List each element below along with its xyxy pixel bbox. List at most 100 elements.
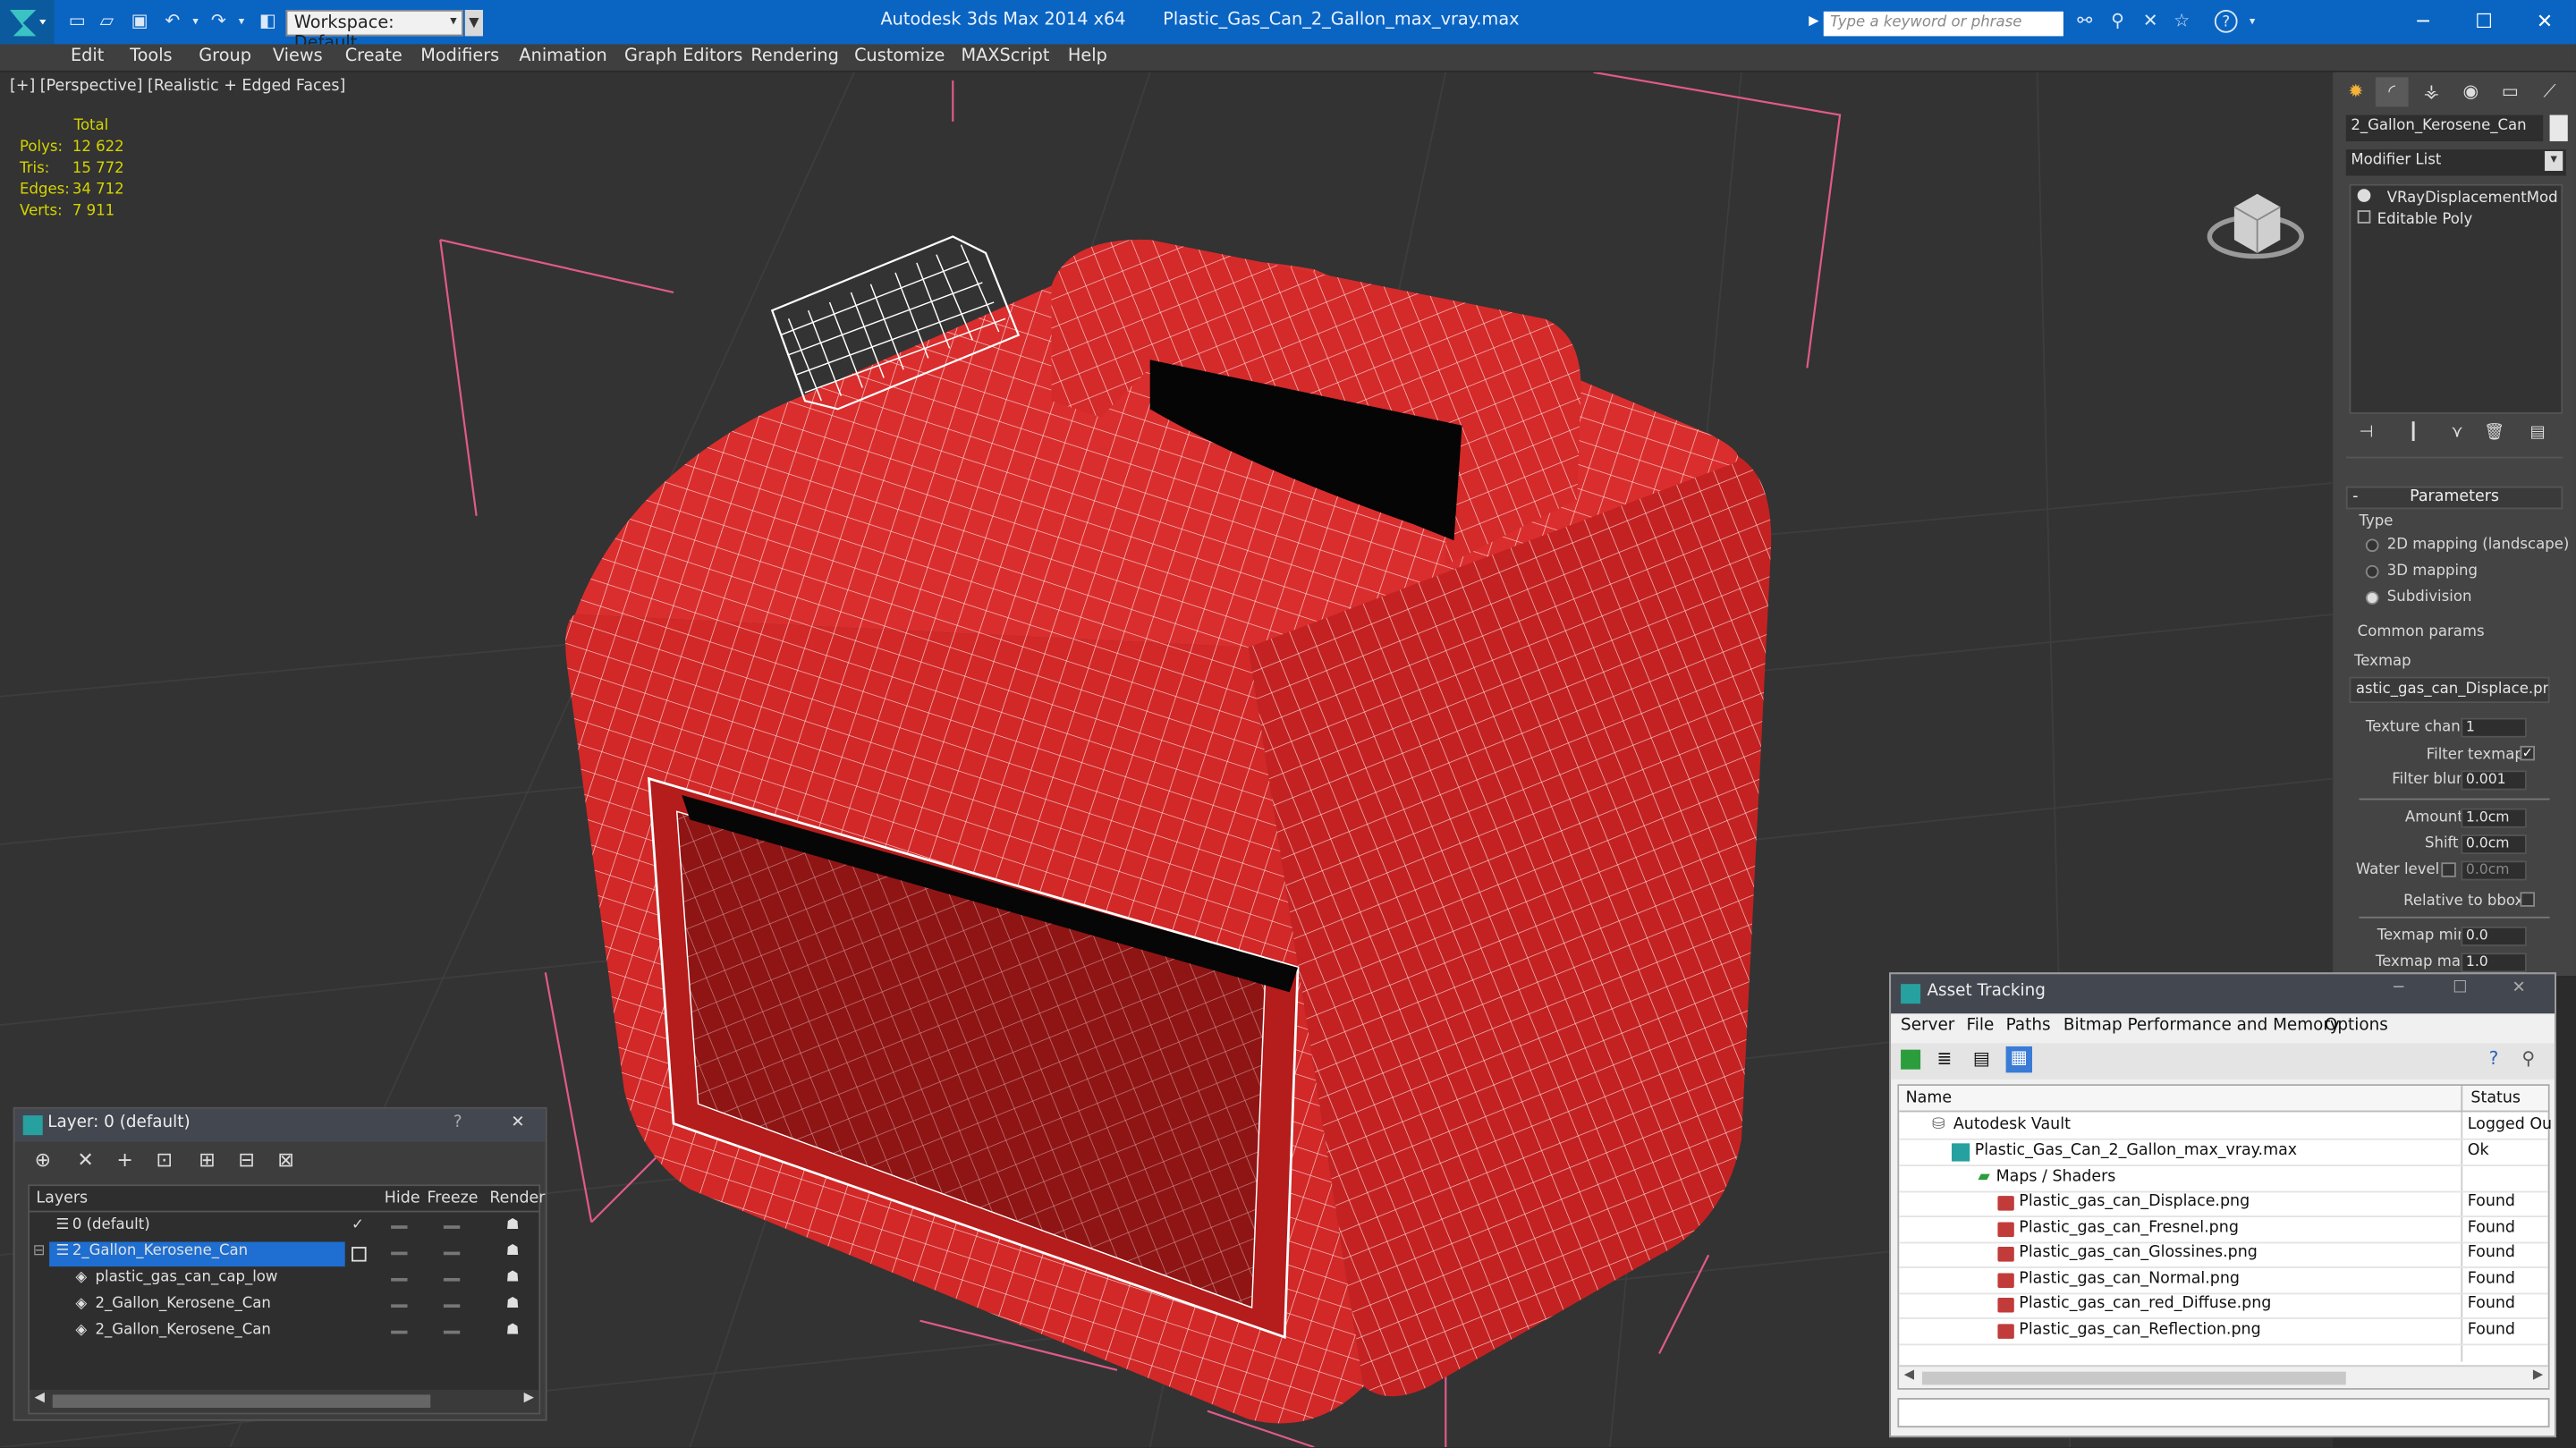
- col-hide[interactable]: Hide: [385, 1190, 420, 1207]
- type-radio-subdivision[interactable]: [2365, 591, 2379, 605]
- scroll-right-icon[interactable]: ▶: [2533, 1367, 2543, 1382]
- minimize-button[interactable]: ─: [2394, 979, 2403, 997]
- save-file-icon[interactable]: ▣: [128, 10, 151, 33]
- menu-maxscript[interactable]: MAXScript: [961, 46, 1049, 65]
- hide-all-icon[interactable]: ⊟: [238, 1148, 254, 1172]
- asset-row-bitmap[interactable]: Plastic_gas_can_Normal.png Found: [1899, 1268, 2548, 1294]
- render-teapot-icon[interactable]: ☗: [506, 1296, 520, 1312]
- search-input[interactable]: Type a keyword or phrase: [1823, 11, 2063, 37]
- make-unique-icon[interactable]: ⋎: [2451, 424, 2462, 442]
- quick-access-dropdown[interactable]: ▼: [464, 10, 483, 37]
- layer-row[interactable]: ◈ plastic_gas_can_cap_low ☗: [30, 1268, 538, 1293]
- layer-row-selected[interactable]: ⊟ ☰ 2_Gallon_Kerosene_Can ☗: [30, 1241, 538, 1267]
- asset-row-bitmap[interactable]: Plastic_gas_can_Displace.png Found: [1899, 1191, 2548, 1217]
- type-radio-2d[interactable]: [2365, 538, 2379, 553]
- texmap-max-input[interactable]: 1.0: [2461, 953, 2527, 973]
- configure-sets-icon[interactable]: ▤: [2530, 424, 2546, 442]
- minimize-button[interactable]: ─: [2399, 6, 2448, 36]
- expand-icon[interactable]: [2357, 210, 2371, 224]
- asset-path-field[interactable]: [1897, 1398, 2550, 1428]
- freeze-toggle[interactable]: [443, 1225, 461, 1229]
- water-level-checkbox[interactable]: [2441, 862, 2456, 877]
- freeze-all-icon[interactable]: ⊠: [277, 1148, 293, 1172]
- communication-center-icon[interactable]: ✕: [2139, 10, 2162, 33]
- menu-views[interactable]: Views: [273, 46, 323, 65]
- create-tab-icon[interactable]: ✹: [2339, 77, 2372, 106]
- highlight-layer-icon[interactable]: ⊞: [199, 1148, 215, 1172]
- help-icon[interactable]: ?: [2489, 1048, 2499, 1070]
- menu-file[interactable]: File: [1967, 1017, 1995, 1035]
- layer-row[interactable]: ◈ 2_Gallon_Kerosene_Can ☗: [30, 1294, 538, 1319]
- help-icon[interactable]: ?: [453, 1114, 462, 1131]
- col-layers[interactable]: Layers: [36, 1190, 88, 1207]
- scrollbar-thumb[interactable]: [52, 1394, 431, 1409]
- type-radio-3d[interactable]: [2365, 564, 2379, 579]
- lightbulb-icon[interactable]: [2357, 189, 2371, 202]
- freeze-toggle[interactable]: [443, 1251, 461, 1256]
- render-teapot-icon[interactable]: ☗: [506, 1323, 520, 1339]
- undo-icon[interactable]: ↶: [161, 10, 184, 33]
- menu-graph-editors[interactable]: Graph Editors: [624, 46, 742, 65]
- subscription-icon[interactable]: ⚲: [2106, 10, 2130, 33]
- close-button[interactable]: ✕: [2520, 6, 2569, 36]
- favorites-star-icon[interactable]: ☆: [2170, 10, 2193, 33]
- col-status[interactable]: Status: [2470, 1089, 2521, 1107]
- render-teapot-icon[interactable]: ☗: [506, 1217, 520, 1233]
- shift-input[interactable]: 0.0cm: [2461, 834, 2527, 855]
- hide-toggle[interactable]: [391, 1251, 408, 1256]
- refresh-icon[interactable]: [1901, 1049, 1921, 1070]
- col-freeze[interactable]: Freeze: [428, 1190, 479, 1207]
- object-name-field[interactable]: 2_Gallon_Kerosene_Can: [2345, 114, 2544, 141]
- freeze-toggle[interactable]: [443, 1304, 461, 1308]
- list-view-icon[interactable]: ≣: [1936, 1048, 1952, 1070]
- new-file-icon[interactable]: ▭: [65, 10, 89, 33]
- layer-dialog-titlebar[interactable]: Layer: 0 (default) ? ✕: [14, 1108, 546, 1142]
- menu-edit[interactable]: Edit: [71, 46, 104, 65]
- binoculars-icon[interactable]: ⚯: [2073, 10, 2097, 33]
- utilities-tab-icon[interactable]: ⟋: [2533, 77, 2566, 106]
- texture-chan-input[interactable]: 1: [2461, 717, 2527, 738]
- col-render[interactable]: Render: [489, 1190, 545, 1207]
- modifier-list-dropdown[interactable]: Modifier List ▾: [2345, 149, 2566, 176]
- freeze-toggle[interactable]: [443, 1330, 461, 1334]
- redo-dropdown-icon[interactable]: ▾: [230, 10, 253, 33]
- freeze-toggle[interactable]: [443, 1277, 461, 1282]
- filter-blur-input[interactable]: 0.001: [2461, 770, 2527, 791]
- scroll-right-icon[interactable]: ▶: [524, 1390, 534, 1405]
- scroll-left-icon[interactable]: ◀: [1904, 1367, 1914, 1382]
- object-color-swatch[interactable]: [2549, 114, 2568, 141]
- asset-row-bitmap[interactable]: Plastic_gas_can_Fresnel.png Found: [1899, 1217, 2548, 1243]
- stack-item-vraydisplacement[interactable]: VRayDisplacementMod: [2357, 189, 2558, 207]
- add-to-layer-icon[interactable]: +: [116, 1148, 132, 1172]
- amount-input[interactable]: 1.0cm: [2461, 808, 2527, 828]
- menu-bitmap-performance[interactable]: Bitmap Performance and Memory: [2063, 1017, 2340, 1035]
- asset-dialog-titlebar[interactable]: Asset Tracking ─ ☐ ✕: [1891, 974, 2555, 1014]
- active-layer-box[interactable]: [352, 1247, 367, 1262]
- menu-create[interactable]: Create: [345, 46, 402, 65]
- render-teapot-icon[interactable]: ☗: [506, 1243, 520, 1259]
- select-objects-icon[interactable]: ⊡: [156, 1148, 172, 1172]
- asset-row-maxfile[interactable]: Plastic_Gas_Can_2_Gallon_max_vray.max Ok: [1899, 1140, 2548, 1166]
- help-dropdown-icon[interactable]: ▾: [2241, 10, 2264, 33]
- water-level-input[interactable]: 0.0cm: [2461, 860, 2527, 881]
- pin-stack-icon[interactable]: ⊣: [2360, 424, 2374, 442]
- redo-icon[interactable]: ↷: [207, 10, 230, 33]
- menu-server[interactable]: Server: [1901, 1017, 1954, 1035]
- render-teapot-icon[interactable]: ☗: [506, 1270, 520, 1286]
- layer-row[interactable]: ◈ 2_Gallon_Kerosene_Can ☗: [30, 1321, 538, 1346]
- menu-customize[interactable]: Customize: [854, 46, 945, 65]
- asset-row-bitmap[interactable]: Plastic_gas_can_red_Diffuse.png Found: [1899, 1292, 2548, 1318]
- col-name[interactable]: Name: [1906, 1089, 1952, 1107]
- asset-row-vault[interactable]: ⛁ Autodesk Vault Logged Ou: [1899, 1114, 2552, 1139]
- filter-texmap-checkbox[interactable]: ✓: [2520, 745, 2536, 761]
- display-tab-icon[interactable]: ▭: [2494, 77, 2527, 106]
- menu-options[interactable]: Options: [2325, 1017, 2388, 1035]
- stack-item-editable-poly[interactable]: Editable Poly: [2357, 210, 2472, 228]
- maximize-button[interactable]: ☐: [2453, 979, 2467, 997]
- show-end-result-icon[interactable]: ┃: [2409, 424, 2419, 442]
- menu-help[interactable]: Help: [1068, 46, 1107, 65]
- close-icon[interactable]: ✕: [511, 1114, 524, 1131]
- open-file-icon[interactable]: ▱: [96, 10, 119, 33]
- remove-modifier-icon[interactable]: 🗑: [2484, 424, 2504, 442]
- motion-tab-icon[interactable]: ◉: [2454, 77, 2487, 106]
